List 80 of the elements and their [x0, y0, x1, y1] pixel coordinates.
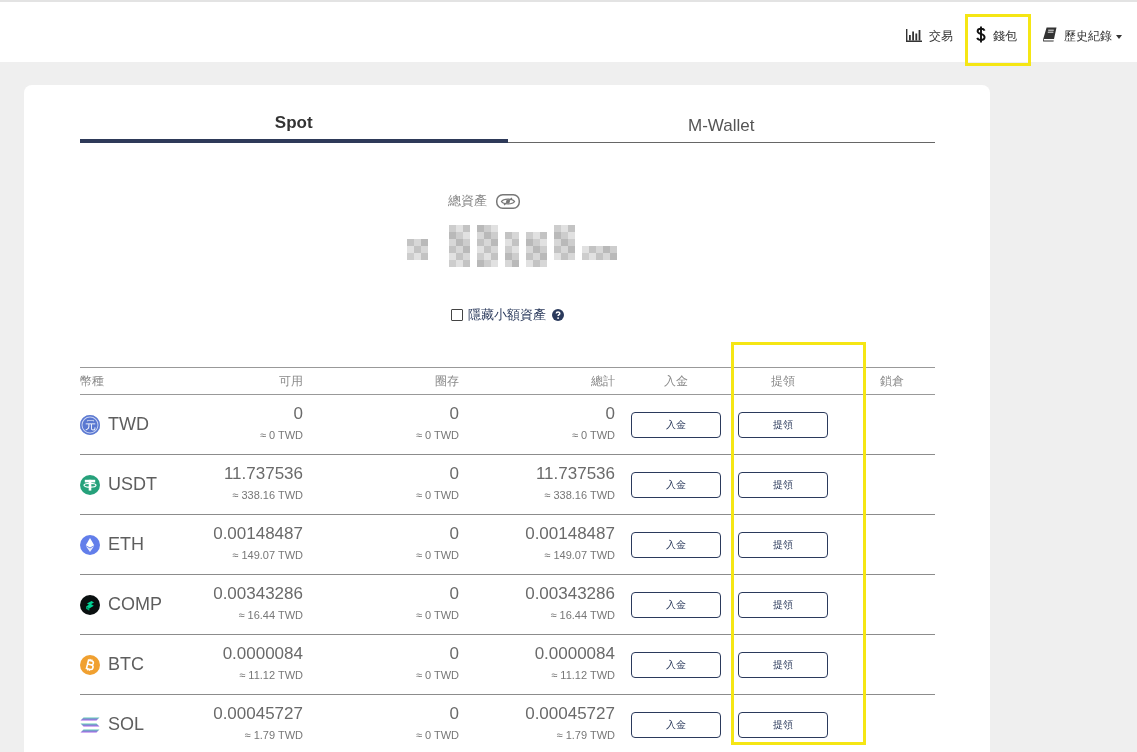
twd-value-text: ≈ 16.44 TWD	[238, 609, 303, 622]
column-header: 圈存	[435, 374, 459, 388]
column-header: 幣種	[80, 374, 104, 388]
amount-text: 11.737536	[535, 464, 615, 484]
amount-text: 0.00343286	[525, 584, 615, 604]
deposit-button[interactable]: 入金	[631, 711, 721, 738]
coin-name: USDT	[108, 474, 157, 495]
twd-value-text: ≈ 11.12 TWD	[551, 669, 615, 682]
amount-text: 0.00343286	[213, 584, 303, 604]
book-icon	[1043, 27, 1057, 42]
deposit-button[interactable]: 入金	[631, 591, 721, 618]
column-header: 入金	[664, 374, 688, 388]
twd-value-text: ≈ 0 TWD	[259, 429, 303, 442]
dollar-icon	[976, 26, 986, 43]
tab[interactable]: Spot	[80, 103, 508, 143]
twd-value-text: ≈ 338.16 TWD	[232, 489, 303, 502]
help-icon[interactable]	[552, 309, 564, 321]
amount-text: 0.00148487	[525, 524, 615, 544]
total-assets-label: 總資產	[447, 193, 487, 209]
nav-link[interactable]: 錢包	[965, 14, 1031, 66]
amount-text: 0	[449, 524, 459, 544]
striped-bars-icon	[80, 716, 100, 733]
column-header: 提領	[771, 374, 795, 388]
amount-text: 0.00045727	[213, 704, 303, 724]
twd-value-text: ≈ 0 TWD	[415, 609, 459, 622]
amount-text: 0	[449, 644, 459, 664]
withdraw-button[interactable]: 提領	[738, 531, 828, 558]
coin-name: SOL	[108, 714, 145, 735]
withdraw-button[interactable]: 提領	[738, 471, 828, 498]
twd-value-text: ≈ 1.79 TWD	[556, 729, 615, 742]
amount-text: 0.00045727	[525, 704, 615, 724]
twd-value-text: ≈ 0 TWD	[415, 669, 459, 682]
amount-text: 0	[449, 404, 459, 424]
twd-value-text: ≈ 149.07 TWD	[232, 549, 303, 562]
eye-icon[interactable]	[495, 193, 520, 209]
twd-value-text: ≈ 149.07 TWD	[544, 549, 615, 562]
amount-text: 0	[449, 704, 459, 724]
deposit-button[interactable]: 入金	[631, 471, 721, 498]
bitcoin-coin-icon	[80, 654, 100, 675]
coin-name: ETH	[108, 534, 144, 555]
twd-value-text: ≈ 0 TWD	[415, 549, 459, 562]
twd-value-text: ≈ 1.79 TWD	[244, 729, 303, 742]
twd-value-text: ≈ 0 TWD	[415, 489, 459, 502]
withdraw-button[interactable]: 提領	[738, 591, 828, 618]
amount-text: 0	[449, 584, 459, 604]
twd-value-text: ≈ 0 TWD	[415, 429, 459, 442]
bar-chart-icon	[906, 29, 922, 42]
twd-value-text: ≈ 16.44 TWD	[550, 609, 615, 622]
deposit-button[interactable]: 入金	[631, 531, 721, 558]
withdraw-button[interactable]: 提領	[738, 711, 828, 738]
column-header: 總計	[591, 374, 615, 388]
coin-name: TWD	[108, 414, 149, 435]
amount-text: 0.0000084	[534, 644, 615, 664]
withdraw-button[interactable]: 提領	[738, 411, 828, 438]
twd-value-text: ≈ 338.16 TWD	[544, 489, 615, 502]
amount-text: 0	[293, 404, 303, 424]
yuan-coin-icon: 元	[80, 414, 100, 435]
stack-coin-icon	[80, 594, 100, 615]
diamond-coin-icon	[80, 534, 100, 555]
amount-text: 0	[449, 464, 459, 484]
withdraw-button[interactable]: 提領	[738, 651, 828, 678]
amount-text: 0.00148487	[213, 524, 303, 544]
tab[interactable]: M-Wallet	[507, 103, 935, 143]
column-header: 鎖倉	[880, 374, 904, 388]
twd-value-text: ≈ 0 TWD	[415, 729, 459, 742]
coin-name: COMP	[108, 594, 162, 615]
amount-text: 0	[605, 404, 615, 424]
twd-value-text: ≈ 11.12 TWD	[239, 669, 303, 682]
amount-text: 11.737536	[223, 464, 303, 484]
checkbox[interactable]	[451, 309, 463, 321]
twd-value-text: ≈ 0 TWD	[571, 429, 615, 442]
deposit-button[interactable]: 入金	[631, 411, 721, 438]
nav-link[interactable]: 歷史紀錄	[1033, 14, 1132, 66]
hide-small-assets-label[interactable]: 隱藏小額資產	[468, 307, 546, 323]
amount-text: 0.0000084	[222, 644, 303, 664]
column-header: 可用	[279, 374, 303, 388]
nav-link[interactable]: 交易	[896, 14, 963, 66]
tether-coin-icon	[80, 474, 100, 495]
coin-name: BTC	[108, 654, 144, 675]
deposit-button[interactable]: 入金	[631, 651, 721, 678]
